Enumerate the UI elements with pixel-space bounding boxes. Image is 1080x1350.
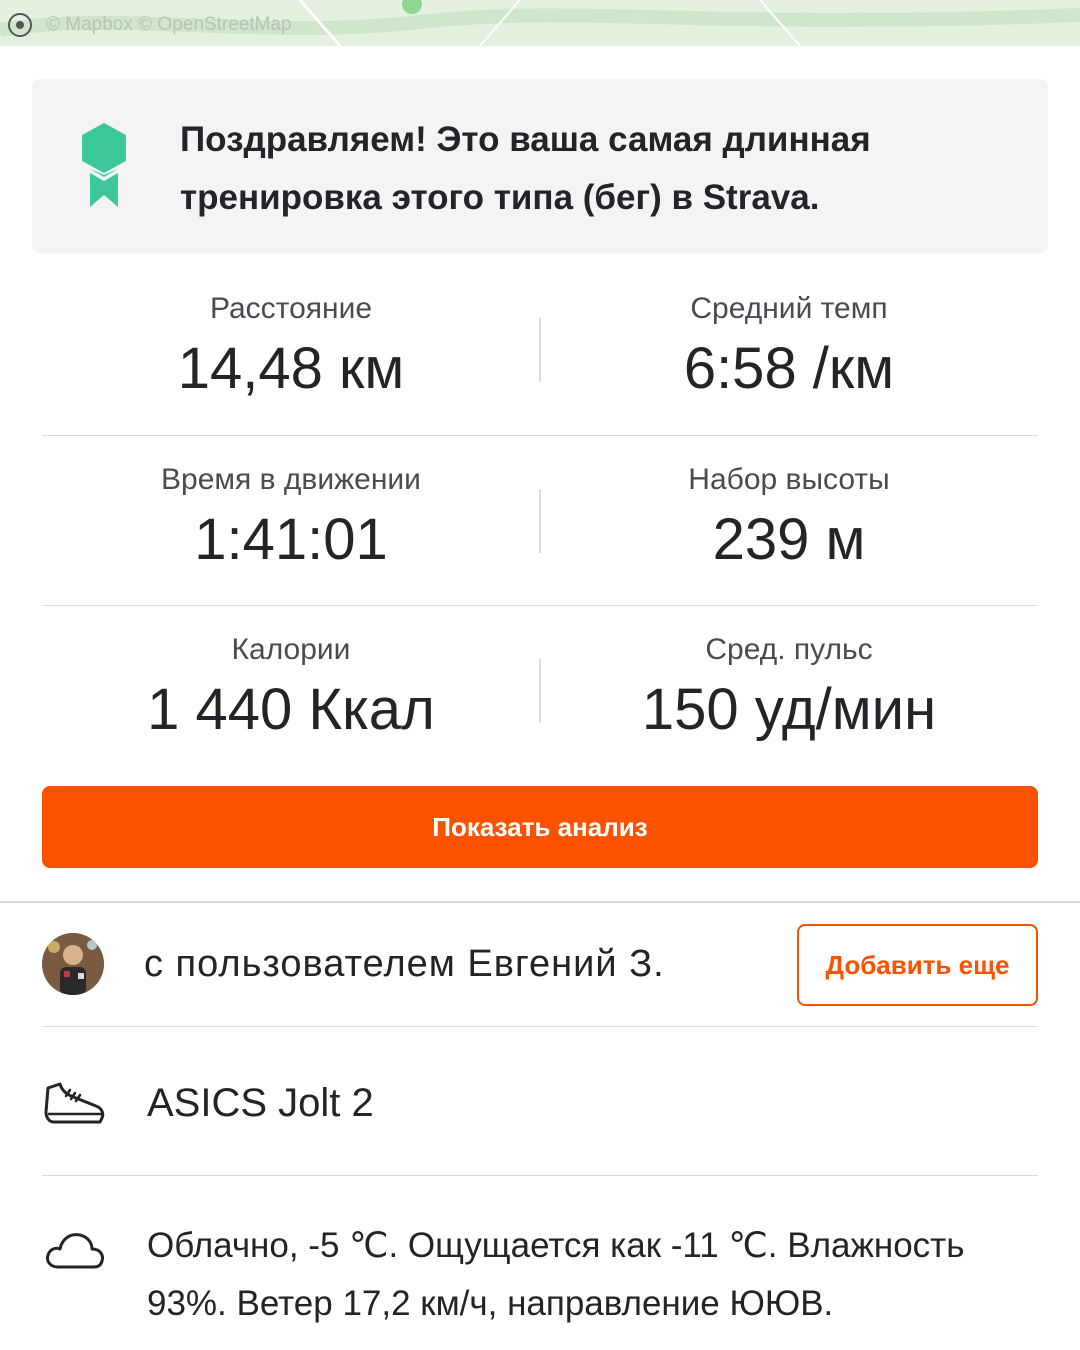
- stat-moving-time: Время в движении 1:41:01: [42, 436, 540, 605]
- weather-row: Облачно, -5 ℃. Ощущается как -11 ℃. Влаж…: [42, 1177, 1038, 1350]
- achievement-card: Поздравляем! Это ваша самая длинная трен…: [32, 79, 1048, 253]
- stat-value: 6:58 /км: [683, 336, 895, 401]
- show-analysis-button[interactable]: Показать анализ: [42, 786, 1038, 868]
- stat-label: Калории: [231, 633, 351, 666]
- stat-calories: Калории 1 440 Ккал: [42, 606, 540, 775]
- stat-value: 14,48 км: [177, 336, 405, 401]
- achievement-text: Поздравляем! Это ваша самая длинная трен…: [180, 120, 871, 217]
- gear-name: ASICS Jolt 2: [147, 1081, 374, 1125]
- gear-row[interactable]: ASICS Jolt 2: [42, 1028, 1038, 1176]
- with-user-row: с пользователем Евгений З. Добавить еще: [42, 903, 1038, 1027]
- stat-distance: Расстояние 14,48 км: [42, 265, 540, 435]
- shoe-icon: [44, 1082, 105, 1124]
- achievement-badge-icon: [82, 123, 126, 207]
- stat-divider: [539, 659, 541, 723]
- stat-label: Время в движении: [161, 463, 421, 496]
- stat-elevation-gain: Набор высоты 239 м: [540, 436, 1038, 605]
- cloud-icon: [46, 1233, 104, 1269]
- stat-row: Расстояние 14,48 км Средний темп 6:58 /к…: [42, 265, 1038, 435]
- add-more-button[interactable]: Добавить еще: [797, 924, 1038, 1006]
- map-info-icon[interactable]: [8, 13, 32, 37]
- stat-value: 1:41:01: [194, 507, 388, 572]
- stat-row: Время в движении 1:41:01 Набор высоты 23…: [42, 435, 1038, 605]
- stat-label: Сред. пульс: [705, 633, 873, 666]
- stat-divider: [539, 489, 541, 553]
- stat-avg-pace: Средний темп 6:58 /км: [540, 265, 1038, 435]
- stat-label: Набор высоты: [688, 463, 890, 496]
- stat-label: Средний темп: [690, 292, 888, 325]
- stat-avg-heart-rate: Сред. пульс 150 уд/мин: [540, 606, 1038, 775]
- stat-value: 239 м: [712, 507, 866, 572]
- map-attribution: © Mapbox © OpenStreetMap: [46, 14, 292, 35]
- weather-text: Облачно, -5 ℃. Ощущается как -11 ℃. Влаж…: [147, 1226, 965, 1323]
- avatar[interactable]: [42, 933, 104, 995]
- stat-value: 1 440 Ккал: [147, 677, 435, 742]
- stat-label: Расстояние: [209, 292, 373, 325]
- with-user-text[interactable]: с пользователем Евгений З.: [144, 939, 665, 989]
- stat-divider: [539, 318, 541, 382]
- stat-row: Калории 1 440 Ккал Сред. пульс 150 уд/ми…: [42, 605, 1038, 775]
- stats-grid: Расстояние 14,48 км Средний темп 6:58 /к…: [42, 265, 1038, 775]
- stat-value: 150 уд/мин: [641, 677, 937, 742]
- map-preview[interactable]: © Mapbox © OpenStreetMap: [0, 0, 1080, 46]
